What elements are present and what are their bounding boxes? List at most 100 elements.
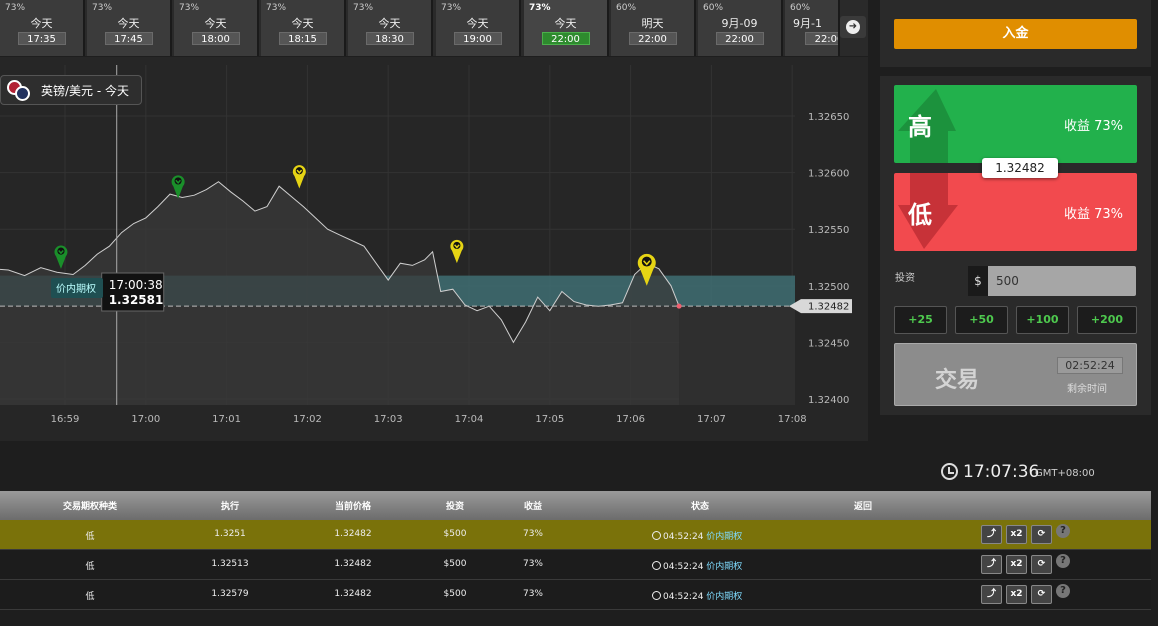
tab-yield: 73% (5, 3, 26, 13)
tab-day: 今天 (291, 17, 314, 30)
deposit-button[interactable]: 入金 (894, 19, 1137, 49)
crosshair-time: 17:00:38 (109, 278, 163, 292)
expiry-tab[interactable]: 73% 今天 18:15 (261, 0, 346, 56)
tab-yield: 73% (92, 3, 113, 13)
rollover-button[interactable]: ⟳ (1031, 585, 1052, 604)
help-icon[interactable]: ? (1056, 584, 1070, 598)
current-price-dot (676, 303, 682, 309)
header-investment: 投资 (445, 502, 464, 512)
expiry-tab[interactable]: 73% 今天 17:45 (87, 0, 172, 56)
invest-amount-input[interactable] (996, 266, 1126, 296)
tab-day: 今天 (117, 17, 140, 30)
tab-yield: 73% (529, 3, 551, 13)
low-label: 低 (908, 201, 932, 229)
expiry-tab[interactable]: 73% 今天 19:00 (436, 0, 521, 56)
tab-time: 22:00 (628, 32, 677, 45)
sell-button[interactable]: ⤴ (981, 525, 1002, 544)
x-tick-label: 17:07 (697, 414, 726, 425)
tab-day: 9月-1 (793, 17, 822, 30)
expiry-tab[interactable]: 60% 9月-09 22:00 (698, 0, 783, 56)
header-yield: 收益 (523, 502, 542, 512)
sell-button[interactable]: ⤴ (981, 585, 1002, 604)
y-tick-label: 1.32400 (808, 395, 849, 406)
x-tick-label: 17:08 (778, 414, 807, 425)
tab-yield: 73% (353, 3, 374, 13)
cell-invest: $500 (443, 559, 467, 569)
tab-day: 今天 (466, 17, 489, 30)
invest-field[interactable]: $ (968, 266, 1136, 296)
add-50-button[interactable]: +50 (955, 306, 1008, 334)
help-icon[interactable]: ? (1056, 524, 1070, 538)
rollover-button[interactable]: ⟳ (1031, 555, 1052, 574)
asset-selector[interactable]: 英镑/美元 - 今天 (0, 75, 142, 105)
tab-time: 22:00 (715, 32, 764, 45)
double-up-button[interactable]: x2 (1006, 585, 1027, 604)
x-tick-label: 17:02 (293, 414, 322, 425)
x-tick-label: 17:01 (212, 414, 241, 425)
high-button[interactable]: 高 收益 73% (894, 85, 1137, 163)
tab-day: 明天 (641, 17, 664, 30)
help-icon[interactable]: ? (1056, 554, 1070, 568)
future-area (679, 306, 795, 405)
expiry-tab[interactable]: 73% 今天 18:00 (174, 0, 259, 56)
currency-symbol: $ (968, 266, 988, 296)
tab-time: 18:00 (191, 32, 240, 45)
add-100-button[interactable]: +100 (1016, 306, 1069, 334)
cell-status: 04:52:24 价内期权 (652, 589, 742, 602)
low-yield: 收益 73% (1063, 207, 1123, 222)
cell-strike: 1.32513 (211, 559, 249, 569)
crosshair-price: 1.32581 (109, 293, 164, 307)
sell-button[interactable]: ⤴ (981, 555, 1002, 574)
trade-label: 交易 (935, 368, 980, 393)
cell-yield: 73% (522, 559, 543, 569)
header-strike: 执行 (220, 502, 239, 512)
tab-yield: 73% (179, 3, 200, 13)
tab-yield: 60% (790, 3, 811, 13)
add-200-button[interactable]: +200 (1077, 306, 1137, 334)
high-label: 高 (908, 113, 932, 141)
cell-type: 低 (85, 592, 95, 602)
high-yield: 收益 73% (1063, 119, 1123, 134)
double-up-button[interactable]: x2 (1006, 555, 1027, 574)
status-time: 04:52:24 (663, 562, 704, 572)
double-up-button[interactable]: x2 (1006, 525, 1027, 544)
tab-time: 18:30 (365, 32, 414, 45)
y-tick-label: 1.32600 (808, 169, 849, 180)
status-label: 价内期权 (706, 532, 743, 542)
price-chart[interactable]: 1.32482 17:00:381.32581 价内期权 1.32650 1.32600… (0, 57, 868, 441)
tab-time: 18:15 (278, 32, 327, 45)
countdown: 02:52:24 (1057, 357, 1123, 374)
expiry-tab[interactable]: 60% 9月-1 22:00 (785, 0, 840, 56)
x-tick-label: 17:03 (374, 414, 403, 425)
cell-invest: $500 (443, 589, 467, 599)
status-label: 价内期权 (706, 562, 743, 572)
add-25-button[interactable]: +25 (894, 306, 947, 334)
expiry-tab[interactable]: 60% 明天 22:00 (611, 0, 696, 56)
cell-current: 1.32482 (334, 529, 372, 539)
trade-button[interactable]: 交易 02:52:24 剩余时间 (894, 343, 1137, 406)
x-tick-label: 17:06 (616, 414, 645, 425)
status-time: 04:52:24 (663, 532, 704, 542)
tab-day: 今天 (204, 17, 227, 30)
tab-yield: 60% (703, 3, 724, 13)
y-tick-label: 1.32550 (808, 225, 849, 236)
cell-invest: $500 (443, 529, 467, 539)
y-tick-label: 1.32500 (808, 282, 849, 293)
cell-current: 1.32482 (334, 589, 372, 599)
tab-day: 9月-09 (721, 17, 758, 30)
expiry-tab[interactable]: 73% 今天 18:30 (348, 0, 433, 56)
tab-time: 22:00 (805, 32, 838, 45)
in-the-money-label: 价内期权 (56, 282, 96, 295)
tab-day: 今天 (30, 17, 53, 30)
rollover-button[interactable]: ⟳ (1031, 525, 1052, 544)
expiry-tab-active[interactable]: 73% 今天 22:00 (524, 0, 609, 56)
asset-name: 英镑/美元 - 今天 (41, 84, 130, 98)
expiry-tab[interactable]: 73% 今天 17:35 (0, 0, 85, 56)
invest-label: 投资 (895, 273, 915, 284)
low-button[interactable]: 低 收益 73% (894, 173, 1137, 251)
table-row: 低 1.32579 1.32482 $500 73% 04:52:24 价内期权… (0, 580, 1151, 610)
table-row: 低 1.3251 1.32482 $500 73% 04:52:24 价内期权 … (0, 520, 1151, 550)
table-header: 交易期权种类 执行 当前价格 投资 收益 状态 返回 (0, 491, 1151, 520)
clock-timezone: GMT+08:00 (1035, 468, 1095, 479)
next-tabs-button[interactable]: ➜ (840, 16, 866, 38)
